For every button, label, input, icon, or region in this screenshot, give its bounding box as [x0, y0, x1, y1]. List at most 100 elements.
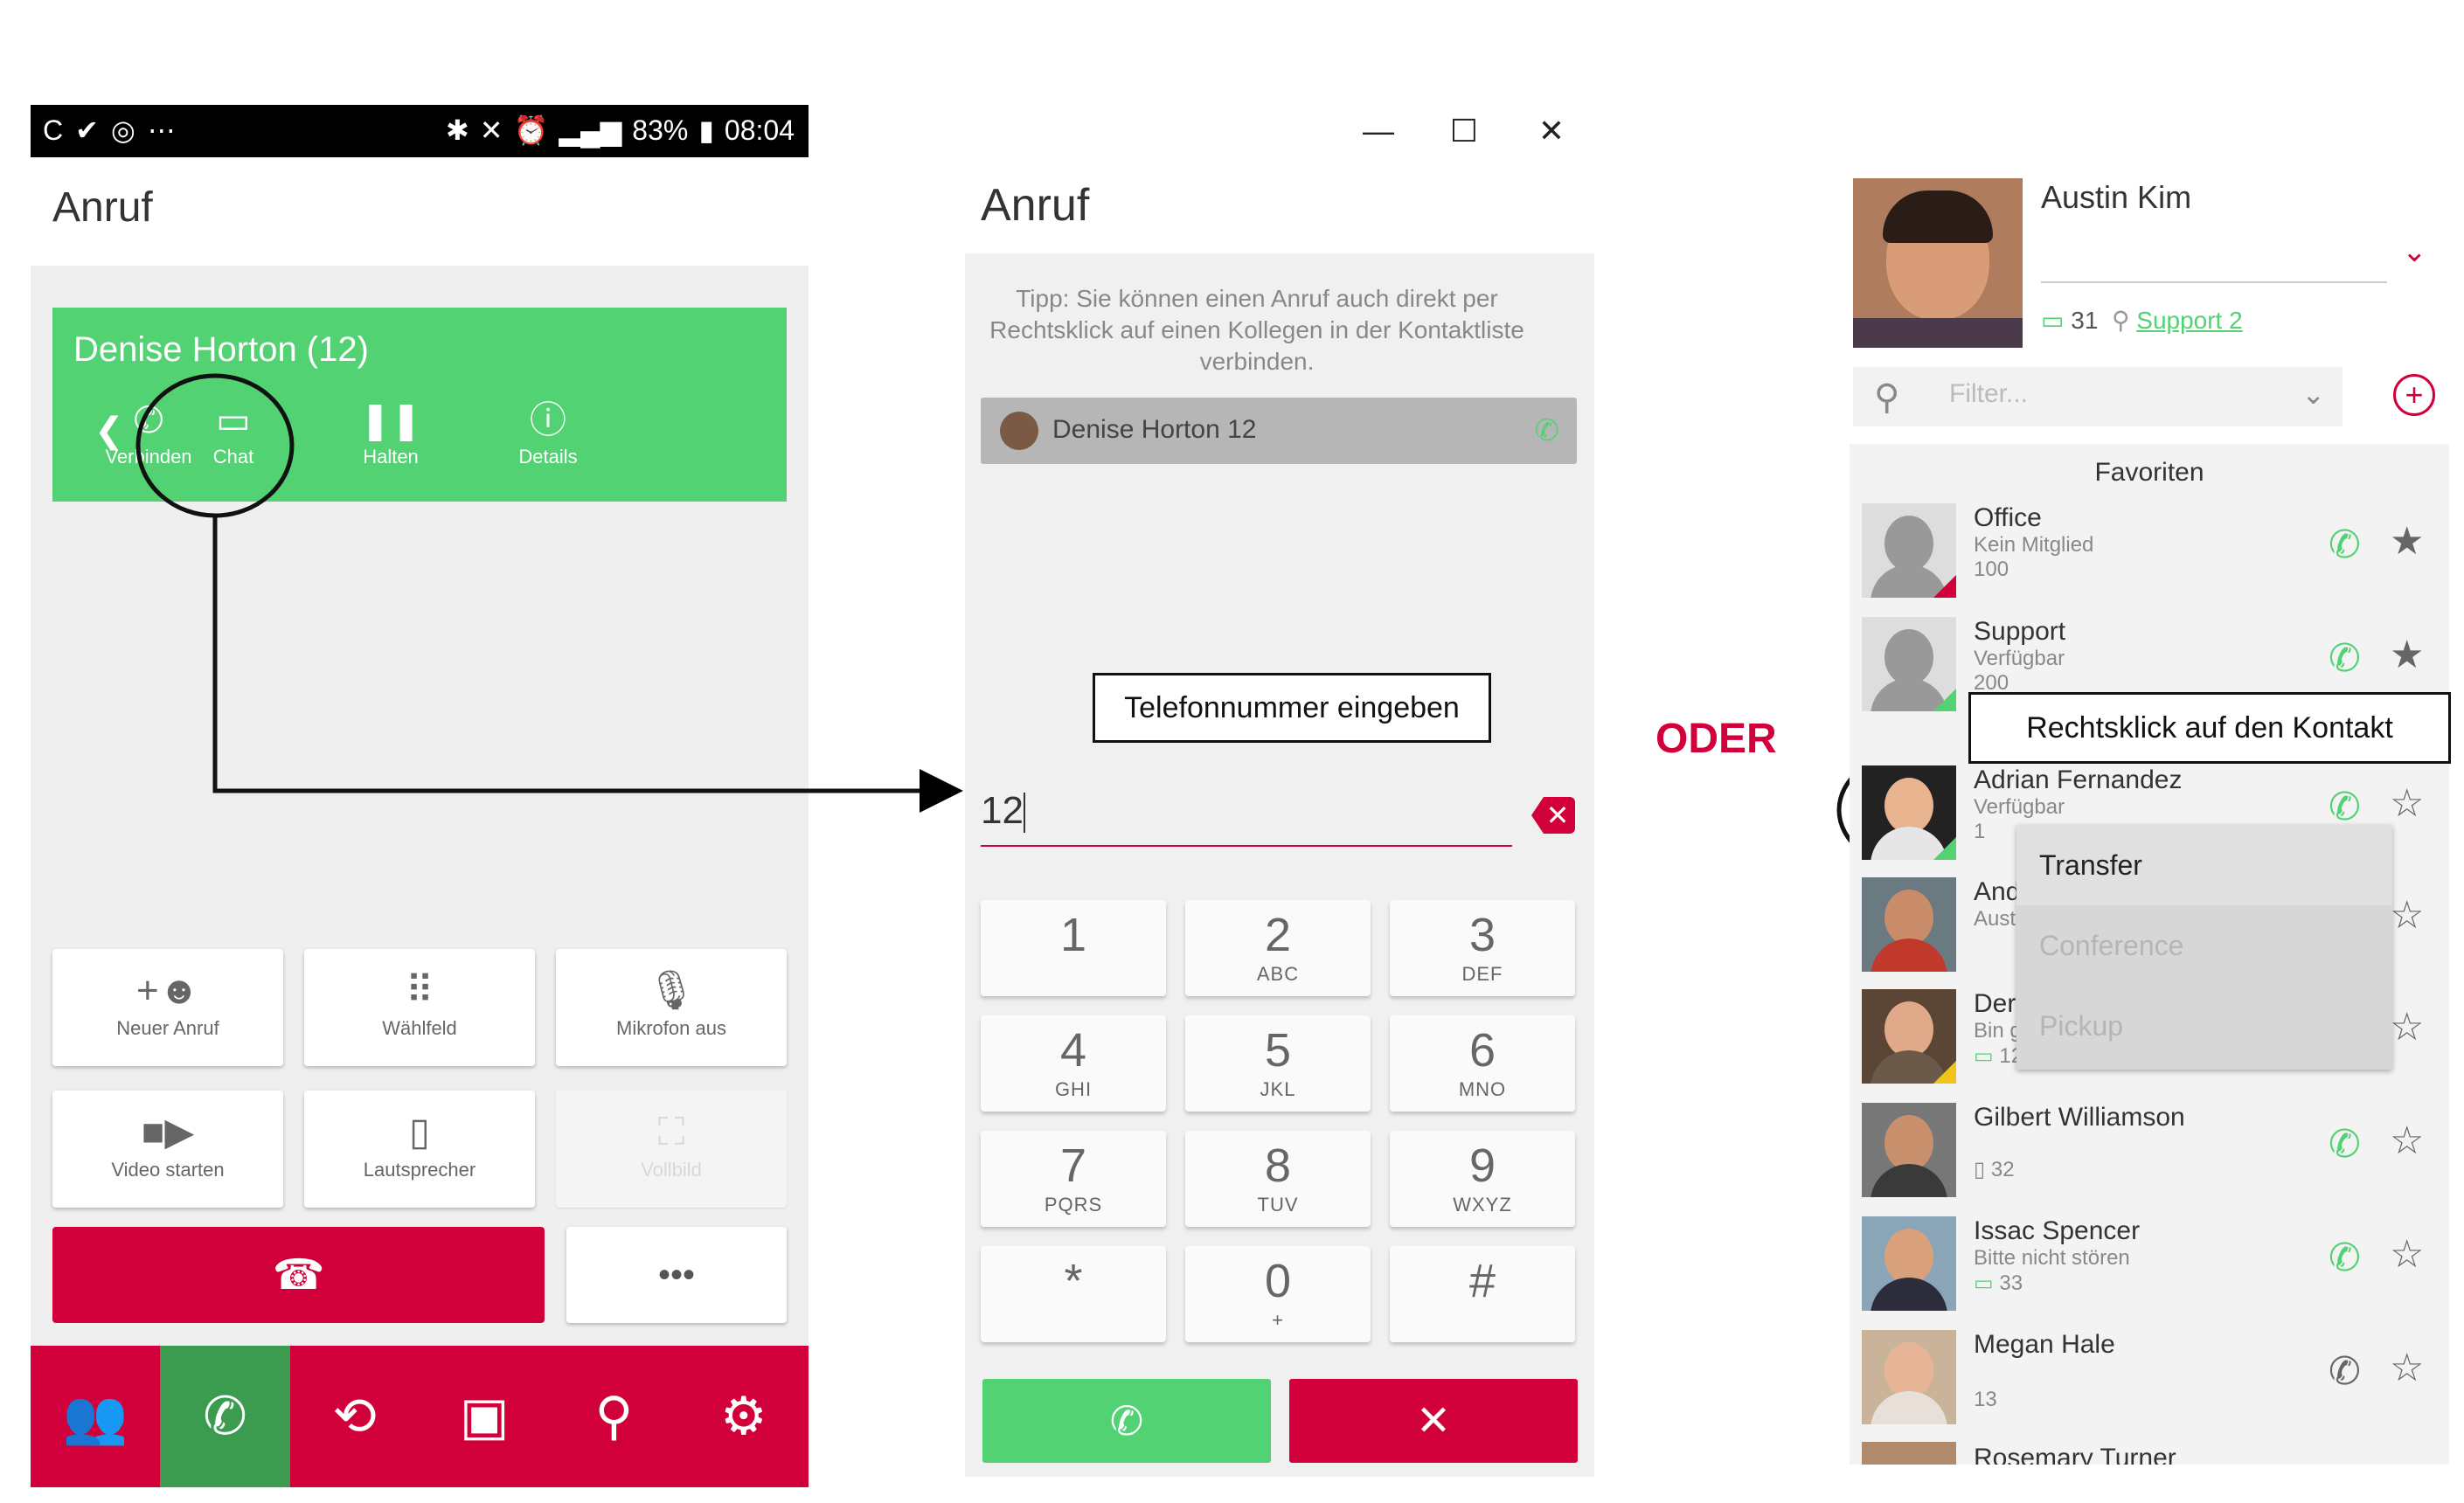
star-outline-icon[interactable]: ☆ — [2390, 781, 2424, 826]
star-outline-icon[interactable]: ☆ — [2390, 893, 2424, 938]
call-icon[interactable]: ✆ — [2329, 1349, 2361, 1394]
contact-name: Gilbert Williamson — [1974, 1103, 2185, 1132]
call-icon[interactable]: ✆ — [2329, 636, 2361, 681]
location-link[interactable]: Support 2 — [2136, 307, 2242, 334]
key-6[interactable]: 6 MNO — [1390, 1015, 1575, 1112]
contact-ext: ▯ 32 — [1974, 1158, 2015, 1181]
backspace-icon: ✕ — [1545, 800, 1570, 831]
star-filled-icon[interactable]: ★ — [2390, 519, 2424, 564]
list-item[interactable]: Rosemary Turner — [1862, 1442, 2439, 1465]
dialer-title: Anruf — [981, 180, 1090, 231]
key-3[interactable]: 3 DEF — [1390, 900, 1575, 996]
avatar — [1862, 617, 1956, 711]
contact-ext: ▭ 12 — [1974, 1044, 2023, 1068]
star-outline-icon[interactable]: ☆ — [2390, 1346, 2424, 1390]
contact-status: Aust — [1974, 907, 2016, 931]
search-icon: ⚲ — [1874, 378, 1900, 417]
contact-name: Office — [1974, 503, 2042, 532]
key-9[interactable]: 9 WXYZ — [1390, 1131, 1575, 1227]
transfer-phone-icon: ✆ — [1534, 414, 1560, 447]
current-call-bar[interactable]: Denise Horton 12 ✆ — [981, 398, 1577, 464]
contact-ext: ▭ 33 — [1974, 1271, 2023, 1295]
key-star[interactable]: * — [981, 1246, 1166, 1342]
call-icon[interactable]: ✆ — [2329, 785, 2361, 829]
or-label: ODER — [1655, 716, 1777, 762]
chevron-down-icon[interactable]: ⌄ — [2301, 377, 2325, 411]
contact-ext: 1 — [1974, 820, 1986, 843]
call-icon[interactable]: ✆ — [2329, 523, 2361, 567]
star-filled-icon[interactable]: ★ — [2390, 633, 2424, 677]
phone-number-input[interactable]: 12 — [981, 789, 1512, 847]
call-icon[interactable]: ✆ — [2329, 1122, 2361, 1167]
avatar — [1862, 1330, 1956, 1424]
star-outline-icon[interactable]: ☆ — [2390, 1232, 2424, 1277]
avatar — [1000, 412, 1038, 450]
list-item[interactable]: Office Kein Mitglied 100 ✆ ★ — [1862, 503, 2439, 601]
callout-right-click: Rechtsklick auf den Kontakt — [1968, 692, 2451, 764]
key-2[interactable]: 2 ABC — [1185, 900, 1371, 996]
user-meta: ▭ 31 ⚲ Support 2 — [2041, 306, 2243, 335]
avatar — [1862, 1216, 1956, 1311]
key-hash[interactable]: # — [1390, 1246, 1575, 1342]
arrow-to-number-field — [212, 516, 963, 813]
tip-text: Tipp: Sie können einen Anruf auch direkt… — [989, 285, 1524, 375]
status-input-line — [2041, 281, 2387, 283]
key-8[interactable]: 8 TUV — [1185, 1131, 1371, 1227]
filter-input[interactable]: ⚲ Filter... ⌄ — [1853, 367, 2343, 426]
user-avatar — [1853, 178, 2023, 348]
key-0[interactable]: 0 + — [1185, 1246, 1371, 1342]
contact-name: Issac Spencer — [1974, 1216, 2141, 1245]
star-outline-icon[interactable]: ☆ — [2390, 1005, 2424, 1049]
avatar — [1862, 1442, 1956, 1465]
contact-status: Kein Mitglied — [1974, 533, 2094, 557]
cancel-button[interactable]: ✕ — [1289, 1379, 1578, 1463]
plus-icon: + — [2405, 377, 2424, 412]
transfer-call-button[interactable]: ✆ — [982, 1379, 1271, 1463]
contact-name: Support — [1974, 617, 2066, 646]
key-4[interactable]: 4 GHI — [981, 1015, 1166, 1112]
menu-item-conference[interactable]: Conference — [2016, 905, 2392, 986]
contact-name: Adrian Fernandez — [1974, 765, 2183, 794]
avatar — [1862, 765, 1956, 860]
avatar — [1862, 503, 1956, 598]
context-menu: Transfer Conference Pickup — [2016, 825, 2392, 1070]
list-item[interactable]: Megan Hale 13 ✆ ☆ — [1862, 1330, 2439, 1428]
desktop-icon: ▭ — [2041, 307, 2065, 334]
star-outline-icon[interactable]: ☆ — [2390, 1119, 2424, 1163]
contact-status: Verfügbar — [1974, 795, 2065, 819]
location-icon: ⚲ — [2105, 307, 2130, 334]
transfer-icon: ✆ — [1109, 1398, 1144, 1444]
contact-name: And — [1974, 877, 2021, 906]
menu-item-pickup[interactable]: Pickup — [2016, 986, 2392, 1066]
favorites-header: Favoriten — [2094, 458, 2204, 487]
key-7[interactable]: 7 PQRS — [981, 1131, 1166, 1227]
list-item[interactable]: Issac Spencer Bitte nicht stören ▭ 33 ✆ … — [1862, 1216, 2439, 1314]
maximize-button[interactable]: ☐ — [1442, 109, 1486, 153]
phone-number-value: 12 — [981, 789, 1024, 832]
menu-item-transfer[interactable]: Transfer — [2016, 825, 2392, 905]
contact-ext: 13 — [1974, 1388, 1997, 1411]
avatar — [1862, 1103, 1956, 1197]
avatar — [1862, 877, 1956, 972]
contact-name: Rosemary Turner — [1974, 1444, 2176, 1465]
call-icon[interactable]: ✆ — [2329, 1236, 2361, 1280]
current-call-name: Denise Horton 12 — [1052, 415, 1257, 444]
key-5[interactable]: 5 JKL — [1185, 1015, 1371, 1112]
contact-status: Verfügbar — [1974, 647, 2065, 670]
contact-ext: 100 — [1974, 558, 2009, 581]
avatar — [1862, 989, 1956, 1084]
key-1[interactable]: 1 — [981, 900, 1166, 996]
contact-status: Bin g — [1974, 1019, 2022, 1042]
user-name: Austin Kim — [2041, 179, 2192, 215]
contact-status: Bitte nicht stören — [1974, 1246, 2130, 1270]
callout-enter-number: Telefonnummer eingeben — [1093, 673, 1491, 743]
contact-name: Megan Hale — [1974, 1330, 2115, 1359]
minimize-button[interactable]: — — [1357, 109, 1400, 153]
close-icon: ✕ — [1415, 1398, 1452, 1444]
highlight-circle-transfer — [135, 373, 295, 518]
add-contact-button[interactable]: + — [2393, 374, 2435, 416]
chevron-down-icon[interactable]: ⌄ — [2402, 234, 2427, 269]
close-button[interactable]: ✕ — [1530, 109, 1573, 153]
user-extension: 31 — [2071, 307, 2099, 334]
list-item[interactable]: Gilbert Williamson ▯ 32 ✆ ☆ — [1862, 1103, 2439, 1201]
